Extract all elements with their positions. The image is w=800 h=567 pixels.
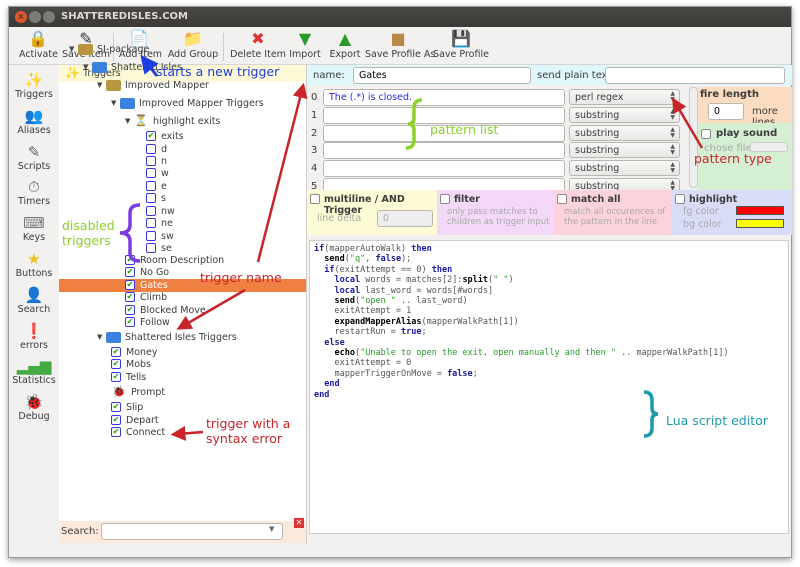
annotation-disabled-2: triggers [62, 233, 111, 248]
arrow-trigger-name-field [256, 82, 308, 263]
annotation-new-trigger: starts a new trigger [156, 64, 280, 79]
annotation-pattern-type: pattern type [694, 151, 772, 166]
arrow-trigger-name-tree [176, 288, 246, 330]
annotation-arrows [119, 54, 704, 441]
pattern-list-brace [405, 98, 423, 150]
arrow-syntax-error [170, 425, 204, 441]
disabled-triggers-brace [119, 203, 141, 263]
annotation-lua-editor: Lua script editor [666, 413, 768, 428]
lua-editor-brace [643, 390, 659, 438]
annotation-pattern-list: pattern list [430, 122, 499, 137]
annotation-syntax-1: trigger with a [206, 416, 291, 431]
annotation-syntax-2: syntax error [206, 431, 283, 446]
arrow-pattern-type [672, 97, 704, 149]
annotation-disabled-1: disabled [62, 218, 115, 233]
annotation-trigger-name: trigger name [200, 270, 282, 285]
